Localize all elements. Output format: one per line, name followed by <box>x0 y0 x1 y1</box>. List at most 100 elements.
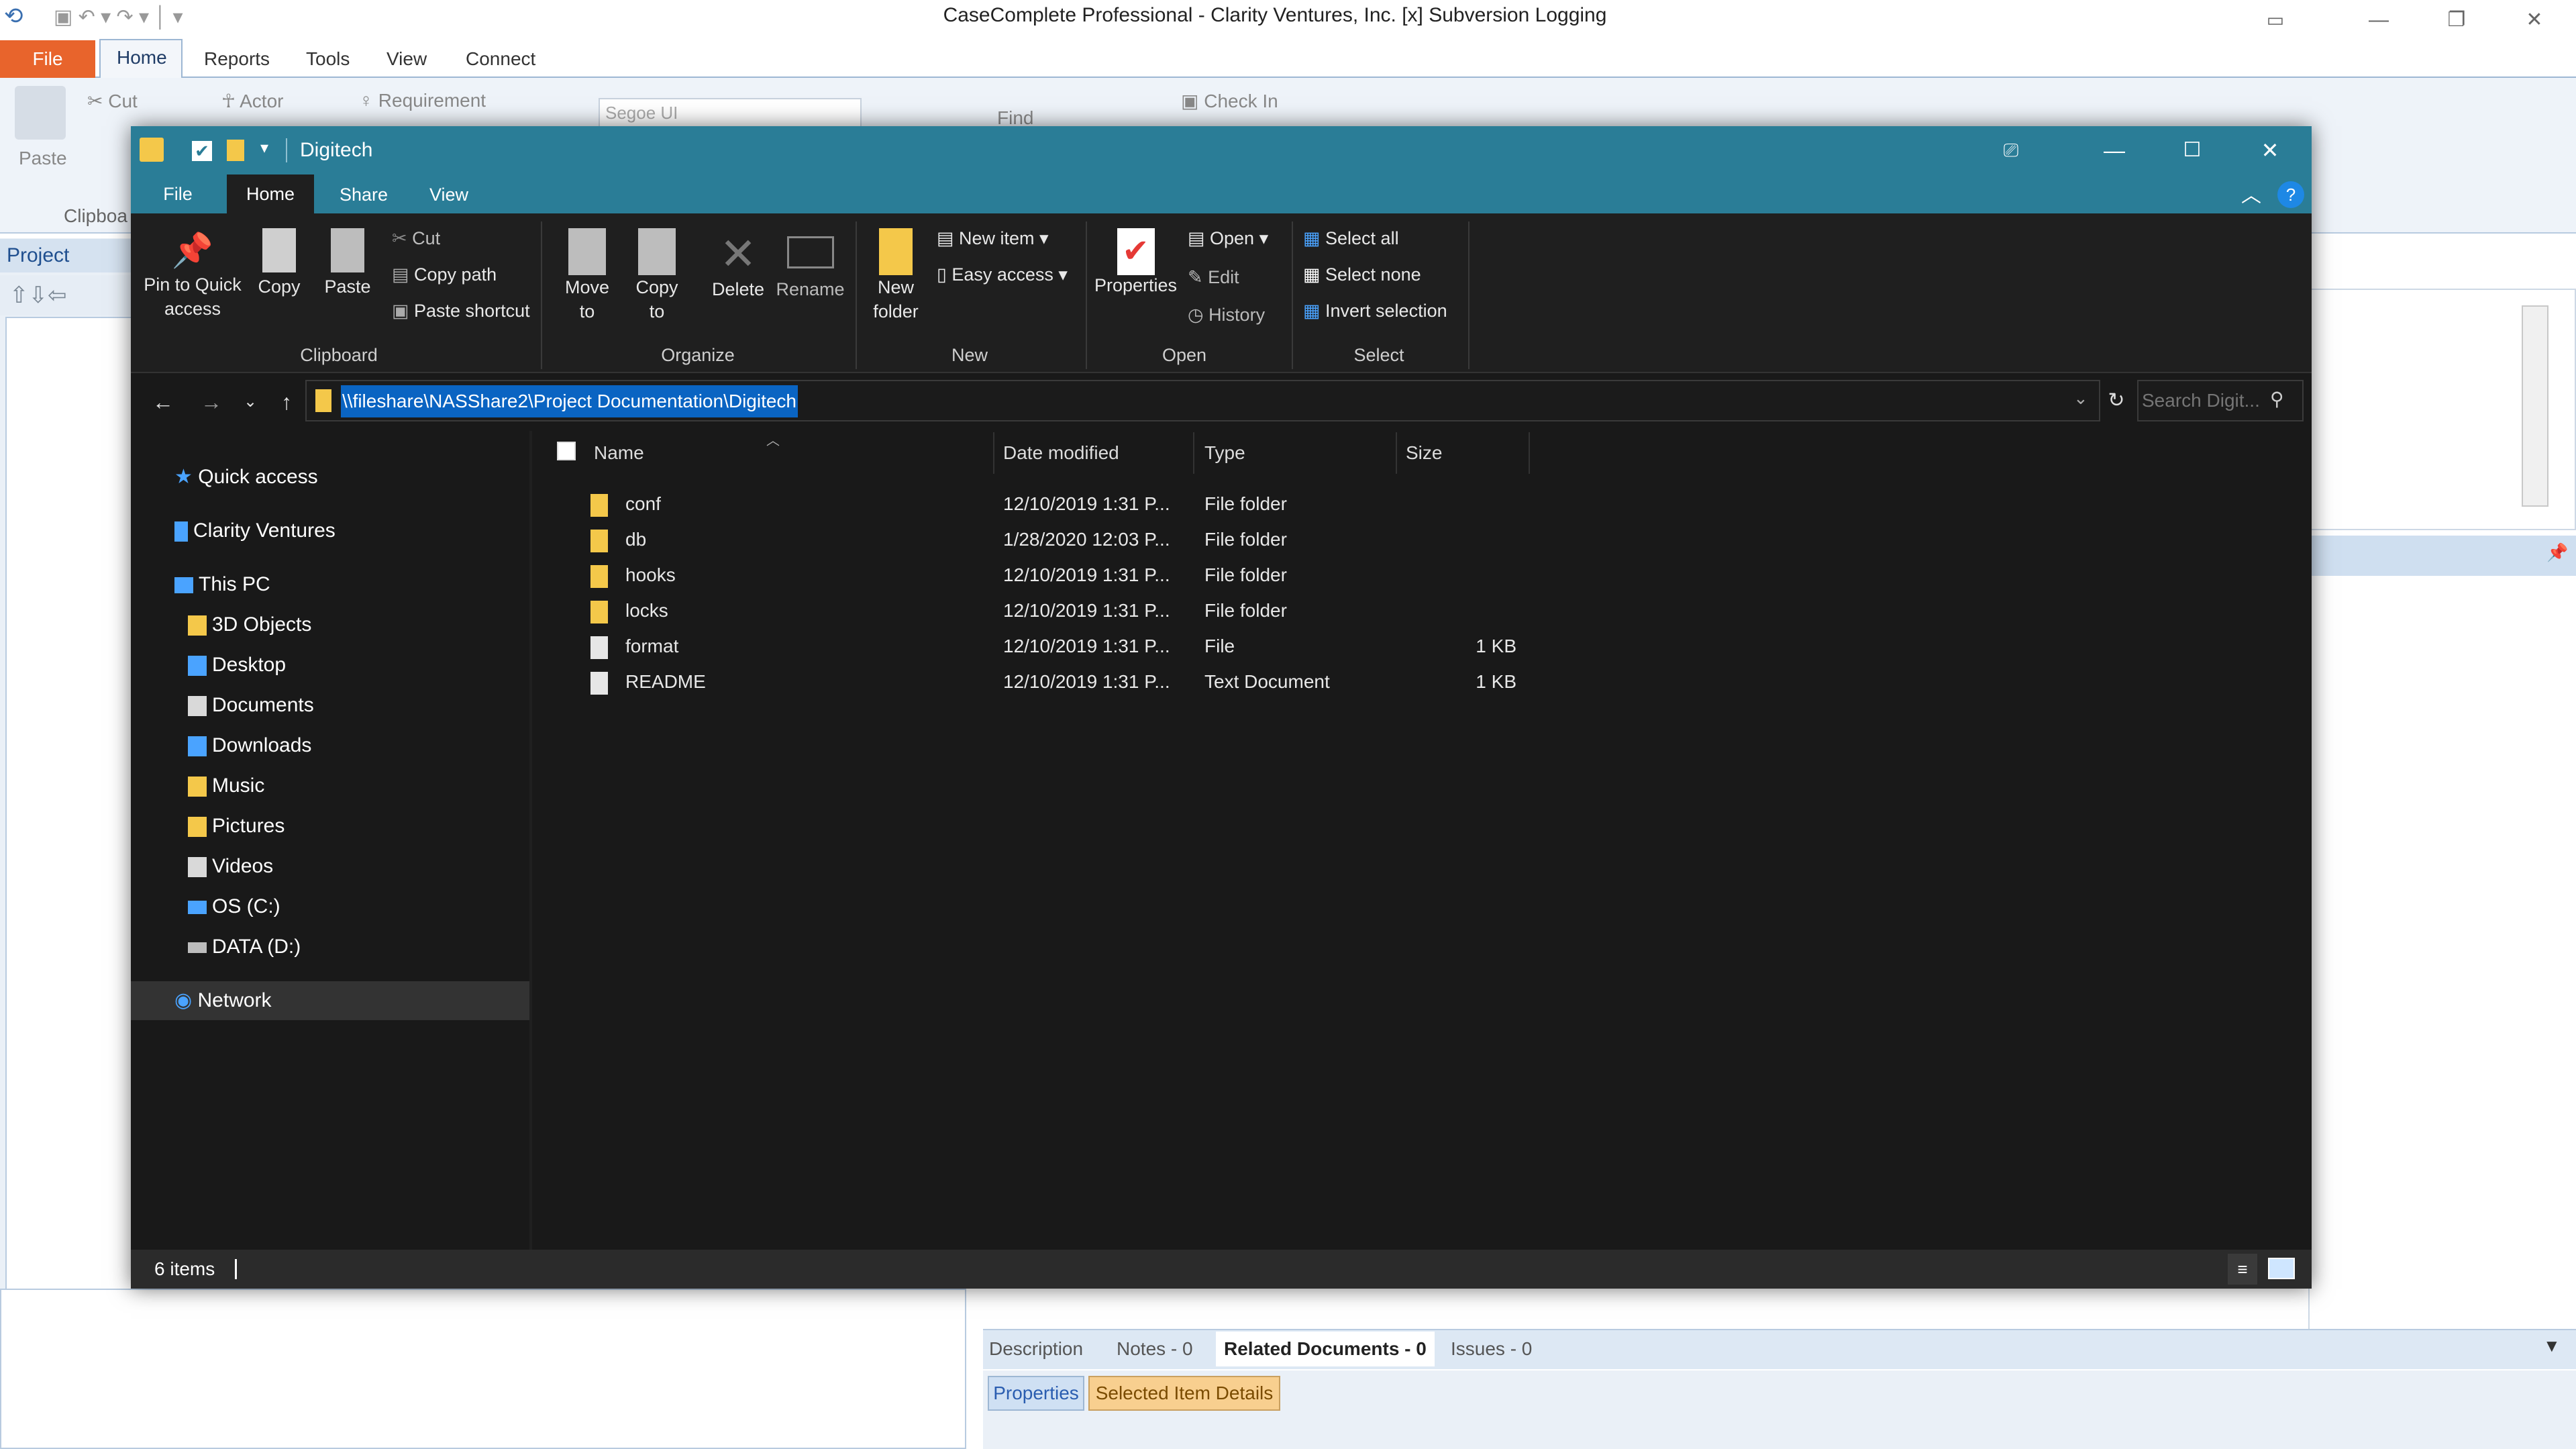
close-button[interactable]: ✕ <box>2232 126 2308 174</box>
background-tab-view[interactable]: View <box>370 42 443 77</box>
nav-item-clarity-ventures[interactable]: Clarity Ventures <box>174 513 336 549</box>
tab-view[interactable]: View <box>405 176 493 213</box>
select-none-button[interactable]: ▦ Select none <box>1303 264 1421 285</box>
background-tab-file[interactable]: File <box>0 40 95 78</box>
tab-home[interactable]: Home <box>227 174 314 213</box>
table-row[interactable] <box>590 486 608 522</box>
properties-button[interactable]: ✔ Properties <box>1094 228 1178 336</box>
cut-button[interactable]: ✂ Cut <box>392 228 440 249</box>
quick-access-toolbar[interactable]: ▣ ↶ ▾ ↷ ▾ │ ▾ <box>54 5 183 29</box>
background-requirement-button[interactable]: ♀ Requirement <box>359 90 486 111</box>
copy-to-button[interactable]: Copy to <box>627 228 687 336</box>
file-name[interactable]: README <box>625 664 706 700</box>
nav-item-os-c[interactable]: OS (C:) <box>188 889 280 925</box>
open-button[interactable]: ▤ Open ▾ <box>1188 228 1268 249</box>
move-to-button[interactable]: Move to <box>557 228 617 336</box>
tab-related-documents[interactable]: Related Documents - 0 <box>1216 1332 1435 1366</box>
background-tab-tools[interactable]: Tools <box>290 42 366 77</box>
address-dropdown-icon[interactable]: ⌄ <box>2073 388 2088 409</box>
background-tab-connect[interactable]: Connect <box>450 42 552 77</box>
table-row[interactable] <box>590 664 608 700</box>
invert-selection-button[interactable]: ▦ Invert selection <box>1303 301 1447 321</box>
copy-button[interactable]: Copy <box>252 228 306 315</box>
nav-item-data-d[interactable]: DATA (D:) <box>188 929 301 965</box>
copy-path-button[interactable]: ▤ Copy path <box>392 264 497 285</box>
table-row[interactable] <box>590 557 608 593</box>
rename-button[interactable]: Rename <box>775 228 845 336</box>
selected-item-details-button[interactable]: Selected Item Details <box>1088 1376 1280 1411</box>
collapse-ribbon-icon[interactable]: ︿ <box>2241 179 2261 208</box>
nav-item-quick-access[interactable]: ★ Quick access <box>174 459 318 495</box>
project-browser-list[interactable] <box>5 317 133 1444</box>
nav-item-pictures[interactable]: Pictures <box>188 808 285 844</box>
nav-arrows-icon[interactable]: ⇧⇩⇦ <box>9 282 66 309</box>
column-name[interactable]: Name <box>594 432 644 474</box>
refresh-icon[interactable]: ↻ <box>2100 380 2132 421</box>
column-size[interactable]: Size <box>1406 432 1442 474</box>
properties-check-icon[interactable]: ✔ <box>192 141 212 161</box>
tab-file[interactable]: File <box>131 174 225 213</box>
background-paste-label[interactable]: Paste <box>19 148 67 169</box>
nav-item-this-pc[interactable]: This PC <box>174 566 270 603</box>
column-date-modified[interactable]: Date modified <box>1003 432 1119 474</box>
nav-item-3d-objects[interactable]: 3D Objects <box>188 607 311 643</box>
tab-issues[interactable]: Issues - 0 <box>1443 1332 1540 1366</box>
file-name[interactable]: locks <box>625 593 668 629</box>
background-font-select[interactable]: Segoe UI <box>599 98 862 128</box>
paste-button[interactable]: Paste <box>321 228 374 315</box>
background-check-in-button[interactable]: ▣ Check In <box>1181 90 1278 112</box>
nav-item-videos[interactable]: Videos <box>188 848 273 885</box>
table-row[interactable] <box>590 628 608 664</box>
column-divider[interactable] <box>993 432 994 474</box>
file-name[interactable]: format <box>625 628 678 664</box>
navigation-pane-divider[interactable] <box>529 431 532 1250</box>
background-minimize-button[interactable]: — <box>2342 0 2416 40</box>
background-close-button[interactable]: ✕ <box>2497 0 2571 40</box>
properties-button[interactable]: Properties <box>988 1376 1084 1411</box>
background-maximize-button[interactable]: ❐ <box>2420 0 2493 40</box>
column-divider[interactable] <box>1396 432 1397 474</box>
background-scrollbar[interactable] <box>2522 305 2548 507</box>
tablet-mode-icon[interactable]: ⎚ <box>1973 126 2049 174</box>
nav-item-music[interactable]: Music <box>188 768 264 804</box>
column-divider[interactable] <box>1193 432 1194 474</box>
nav-item-documents[interactable]: Documents <box>188 687 314 723</box>
nav-item-desktop[interactable]: Desktop <box>188 647 286 683</box>
pin-icon[interactable]: 📌 <box>2546 542 2568 563</box>
nav-item-downloads[interactable]: Downloads <box>188 728 311 764</box>
file-name[interactable]: db <box>625 521 646 558</box>
forward-arrow-icon[interactable]: → <box>195 385 228 419</box>
customize-quick-access-icon[interactable]: ▾ <box>260 138 268 158</box>
column-divider[interactable] <box>1529 432 1530 474</box>
minimize-button[interactable]: — <box>2076 126 2153 174</box>
background-cut-button[interactable]: ✂ Cut <box>87 90 138 112</box>
tab-share[interactable]: Share <box>315 176 412 213</box>
search-input[interactable] <box>2141 383 2268 419</box>
maximize-button[interactable]: ☐ <box>2154 126 2230 174</box>
table-row[interactable] <box>590 521 608 558</box>
column-type[interactable]: Type <box>1204 432 1245 474</box>
delete-button[interactable]: ✕ Delete <box>705 228 772 336</box>
background-tab-home[interactable]: Home <box>99 39 183 79</box>
paste-shortcut-button[interactable]: ▣ Paste shortcut <box>392 301 530 321</box>
tab-notes[interactable]: Notes - 0 <box>1109 1332 1201 1366</box>
chevron-down-icon[interactable]: ▼ <box>2543 1336 2561 1356</box>
up-arrow-icon[interactable]: ↑ <box>270 385 303 419</box>
history-button[interactable]: ◷ History <box>1188 305 1265 326</box>
tab-description[interactable]: Description <box>981 1332 1091 1366</box>
background-actor-button[interactable]: ☥ Actor <box>221 90 283 112</box>
new-folder-icon[interactable] <box>227 140 244 161</box>
easy-access-button[interactable]: ▯ Easy access ▾ <box>937 264 1068 285</box>
details-view-icon[interactable]: ≡ <box>2228 1254 2257 1285</box>
file-name[interactable]: hooks <box>625 557 676 593</box>
large-icons-view-icon[interactable] <box>2268 1258 2295 1279</box>
help-icon[interactable]: ? <box>2277 181 2304 208</box>
pin-to-quick-access-button[interactable]: 📌 Pin to Quick access <box>142 228 243 336</box>
nav-item-network[interactable]: ◉ Network <box>174 983 272 1019</box>
recent-locations-icon[interactable]: ⌄ <box>234 385 267 419</box>
table-row[interactable] <box>590 593 608 629</box>
select-all-checkbox[interactable] <box>557 442 576 460</box>
restore-icon[interactable]: ▭ <box>2238 0 2312 40</box>
file-name[interactable]: conf <box>625 486 661 522</box>
select-all-button[interactable]: ▦ Select all <box>1303 228 1399 249</box>
